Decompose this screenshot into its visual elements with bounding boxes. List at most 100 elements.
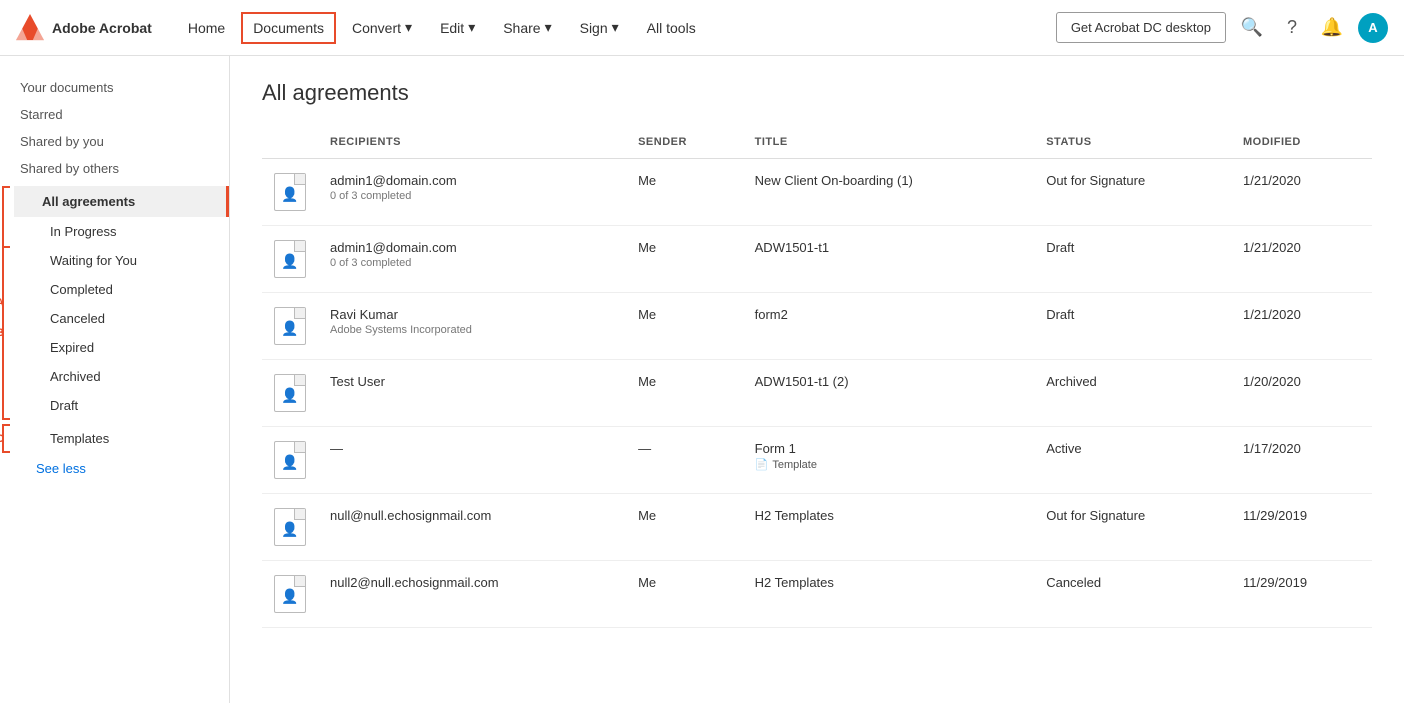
doc-person-icon: 👤 xyxy=(281,588,298,605)
nav-convert[interactable]: Convert ▾ xyxy=(340,11,424,44)
convert-chevron-icon: ▾ xyxy=(405,19,412,36)
agreement-title: New Client On-boarding (1) xyxy=(755,173,1023,188)
table-row[interactable]: 👤 Test UserMeADW1501-t1 (2)Archived1/20/2… xyxy=(262,360,1372,427)
nav-edit[interactable]: Edit ▾ xyxy=(428,11,487,44)
sidebar-waiting-for-you[interactable]: Waiting for You xyxy=(14,246,229,275)
table-row[interactable]: 👤——Form 1📄TemplateActive1/17/2020 xyxy=(262,427,1372,494)
table-row[interactable]: 👤 Ravi KumarAdobe Systems IncorporatedMef… xyxy=(262,293,1372,360)
title-cell: New Client On-boarding (1) xyxy=(743,159,1035,226)
title-cell: ADW1501-t1 xyxy=(743,226,1035,293)
help-icon[interactable]: ? xyxy=(1278,14,1306,42)
doc-icon: 👤 xyxy=(274,240,306,278)
doc-person-icon: 👤 xyxy=(281,320,298,337)
table-row[interactable]: 👤admin1@domain.com0 of 3 completedMeADW1… xyxy=(262,226,1372,293)
title-cell: ADW1501-t1 (2) xyxy=(743,360,1035,427)
doc-icon: 👤 xyxy=(274,173,306,211)
sender-cell: Me xyxy=(626,293,743,360)
adobe-logo-icon xyxy=(16,14,44,42)
logo-area[interactable]: Adobe Acrobat xyxy=(16,14,152,42)
agreements-table: Recipients Sender Title Status Modified … xyxy=(262,126,1372,628)
nav-sign[interactable]: Sign ▾ xyxy=(568,11,631,44)
table-row[interactable]: 👤null2@null.echosignmail.comMeH2 Templat… xyxy=(262,561,1372,628)
edit-chevron-icon: ▾ xyxy=(468,19,475,36)
nav-all-tools[interactable]: All tools xyxy=(635,12,708,44)
col-sender: Sender xyxy=(626,126,743,159)
see-less-link[interactable]: See less xyxy=(0,453,229,484)
recipient-cell: null@null.echosignmail.com xyxy=(318,494,626,561)
recipient-name: null@null.echosignmail.com xyxy=(330,508,614,523)
search-icon[interactable]: 🔍 xyxy=(1238,14,1266,42)
user-avatar[interactable]: A xyxy=(1358,13,1388,43)
doc-icon: 👤 xyxy=(274,575,306,613)
status-cell: Draft xyxy=(1034,226,1231,293)
sender-cell: Me xyxy=(626,561,743,628)
sidebar-templates[interactable]: Templates xyxy=(14,424,229,453)
group-b-label: B xyxy=(0,327,4,339)
recipient-cell: null2@null.echosignmail.com xyxy=(318,561,626,628)
sidebar-your-documents[interactable]: Your documents xyxy=(0,72,229,99)
modified-cell: 1/17/2020 xyxy=(1231,427,1372,494)
recipient-sub: 0 of 3 completed xyxy=(330,190,614,202)
status-cell: Draft xyxy=(1034,293,1231,360)
status-cell: Out for Signature xyxy=(1034,159,1231,226)
doc-icon: 👤 xyxy=(274,508,306,546)
modified-cell: 1/20/2020 xyxy=(1231,360,1372,427)
sidebar-shared-by-you[interactable]: Shared by you xyxy=(0,126,229,153)
share-chevron-icon: ▾ xyxy=(545,19,552,36)
top-navigation: Adobe Acrobat Home Documents Convert ▾ E… xyxy=(0,0,1404,56)
modified-cell: 1/21/2020 xyxy=(1231,159,1372,226)
page-body: Your documents Starred Shared by you Sha… xyxy=(0,56,1404,703)
doc-icon-cell: 👤 xyxy=(262,360,318,427)
modified-cell: 1/21/2020 xyxy=(1231,293,1372,360)
sidebar-starred[interactable]: Starred xyxy=(0,99,229,126)
modified-cell: 11/29/2019 xyxy=(1231,561,1372,628)
doc-icon-cell: 👤 xyxy=(262,427,318,494)
title-cell: H2 Templates xyxy=(743,494,1035,561)
sidebar-all-agreements[interactable]: All agreements xyxy=(14,186,229,217)
sidebar-canceled[interactable]: Canceled xyxy=(14,304,229,333)
nav-share[interactable]: Share ▾ xyxy=(491,11,563,44)
get-desktop-button[interactable]: Get Acrobat DC desktop xyxy=(1056,12,1226,43)
group-a-label: A xyxy=(0,297,4,309)
sidebar-archived[interactable]: Archived xyxy=(14,362,229,391)
table-row[interactable]: 👤admin1@domain.com0 of 3 completedMeNew … xyxy=(262,159,1372,226)
sidebar-completed[interactable]: Completed xyxy=(14,275,229,304)
col-modified: Modified xyxy=(1231,126,1372,159)
doc-person-icon: 👤 xyxy=(281,387,298,404)
sender-cell: Me xyxy=(626,159,743,226)
sender-cell: Me xyxy=(626,360,743,427)
title-cell: form2 xyxy=(743,293,1035,360)
table-row[interactable]: 👤 null@null.echosignmail.com MeH2 Template… xyxy=(262,494,1372,561)
sidebar: Your documents Starred Shared by you Sha… xyxy=(0,56,230,703)
doc-icon-cell: 👤 xyxy=(262,293,318,360)
status-cell: Canceled xyxy=(1034,561,1231,628)
recipient-cell: Ravi KumarAdobe Systems Incorporated xyxy=(318,293,626,360)
recipient-sub: 0 of 3 completed xyxy=(330,257,614,269)
recipient-cell: — xyxy=(318,427,626,494)
sidebar-draft[interactable]: Draft xyxy=(14,391,229,420)
template-badge: 📄Template xyxy=(755,458,817,471)
doc-person-icon: 👤 xyxy=(281,253,298,270)
sender-cell: Me xyxy=(626,494,743,561)
nav-home[interactable]: Home xyxy=(176,12,237,44)
sender-cell: — xyxy=(626,427,743,494)
nav-items: Home Documents Convert ▾ Edit ▾ Share ▾ … xyxy=(176,11,1056,44)
sidebar-shared-by-others[interactable]: Shared by others xyxy=(0,153,229,180)
col-title: Title xyxy=(743,126,1035,159)
notifications-icon[interactable]: 🔔 xyxy=(1318,14,1346,42)
agreement-title: ADW1501-t1 xyxy=(755,240,1023,255)
nav-documents[interactable]: Documents xyxy=(241,12,336,44)
sidebar-expired[interactable]: Expired xyxy=(14,333,229,362)
status-cell: Active xyxy=(1034,427,1231,494)
nav-right-area: Get Acrobat DC desktop 🔍 ? 🔔 A xyxy=(1056,12,1388,43)
status-cell: Archived xyxy=(1034,360,1231,427)
sidebar-in-progress[interactable]: In Progress xyxy=(14,217,229,246)
recipient-cell: Test User xyxy=(318,360,626,427)
template-icon: 📄 xyxy=(755,458,769,471)
col-icon xyxy=(262,126,318,159)
table-header-row: Recipients Sender Title Status Modified xyxy=(262,126,1372,159)
doc-icon-cell: 👤 xyxy=(262,561,318,628)
recipient-name: admin1@domain.com xyxy=(330,240,614,255)
title-cell: Form 1📄Template xyxy=(743,427,1035,494)
col-recipients: Recipients xyxy=(318,126,626,159)
